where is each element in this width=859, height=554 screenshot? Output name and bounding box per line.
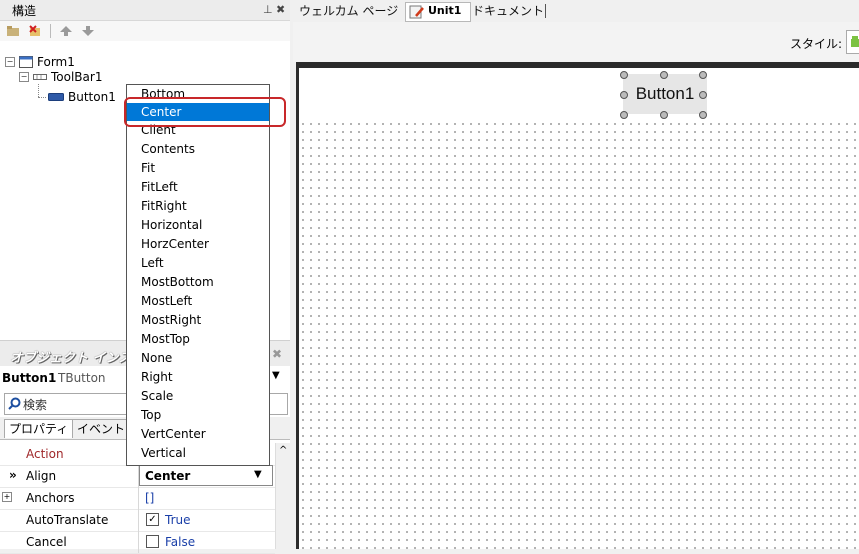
dropdown-option[interactable]: None xyxy=(127,349,269,367)
style-label: スタイル: xyxy=(790,37,843,51)
column-divider xyxy=(138,509,139,531)
checkbox-checked[interactable]: ✓ xyxy=(146,513,159,526)
style-selector[interactable] xyxy=(846,30,859,54)
checkbox-unchecked[interactable] xyxy=(146,535,159,548)
align-value: Center xyxy=(145,469,191,483)
collapse-icon[interactable]: − xyxy=(5,57,15,67)
selection-handle[interactable] xyxy=(699,71,707,79)
tab-events[interactable]: イベント xyxy=(72,419,131,438)
dropdown-option[interactable]: FitRight xyxy=(127,197,269,215)
property-row-align[interactable]: » Align Center ▼ xyxy=(0,465,275,488)
property-row-autotranslate[interactable]: AutoTranslate ✓ True xyxy=(0,509,275,532)
property-name: Cancel xyxy=(26,535,67,549)
tree-node-button1[interactable]: Button1 xyxy=(48,90,116,104)
dropdown-option[interactable]: VertCenter xyxy=(127,425,269,443)
chevron-down-icon[interactable]: ▼ xyxy=(272,370,280,381)
property-value: True xyxy=(165,513,191,527)
tree-connector xyxy=(38,84,39,97)
structure-title: 構造 xyxy=(12,3,37,18)
tab-unit1-label: Unit1 xyxy=(428,4,462,17)
tab-document[interactable]: ドキュメント xyxy=(472,3,544,19)
annotation-highlight-box xyxy=(124,97,286,127)
tree-node-form1[interactable]: − Form1 xyxy=(5,55,75,69)
scroll-up-icon[interactable]: ^ xyxy=(279,445,287,456)
android-icon xyxy=(851,36,859,47)
column-divider xyxy=(138,487,139,509)
selection-handle[interactable] xyxy=(699,91,707,99)
arrow-down-icon[interactable] xyxy=(81,25,95,37)
selection-handle[interactable] xyxy=(660,71,668,79)
tab-separator xyxy=(545,4,546,18)
style-bar: スタイル: xyxy=(293,22,859,62)
tab-properties[interactable]: プロパティ xyxy=(4,419,74,438)
dropdown-option[interactable]: HorzCenter xyxy=(127,235,269,253)
selection-handle[interactable] xyxy=(620,71,628,79)
property-value: False xyxy=(165,535,196,549)
expand-icon[interactable]: + xyxy=(2,492,12,502)
current-row-marker-icon: » xyxy=(9,468,17,482)
dropdown-option[interactable]: Horizontal xyxy=(127,216,269,234)
property-name: Align xyxy=(26,469,57,483)
align-combobox[interactable]: Center ▼ xyxy=(139,465,273,486)
tree-label-toolbar1: ToolBar1 xyxy=(51,70,103,84)
property-name: Anchors xyxy=(26,491,75,505)
dropdown-option[interactable]: FitLeft xyxy=(127,178,269,196)
toolbar-separator xyxy=(50,24,51,38)
selected-component-type: TButton xyxy=(58,371,106,385)
button1-component[interactable]: Button1 xyxy=(623,74,707,114)
vertical-scrollbar[interactable]: ^ xyxy=(275,443,291,549)
structure-toolbar xyxy=(0,21,290,41)
dropdown-option[interactable]: Left xyxy=(127,254,269,272)
dropdown-option[interactable]: Right xyxy=(127,368,269,386)
arrow-up-icon[interactable] xyxy=(59,25,73,37)
dropdown-option[interactable]: Vertical xyxy=(127,444,269,462)
toolbar-icon xyxy=(33,74,47,80)
selection-handle[interactable] xyxy=(620,111,628,119)
selection-handle[interactable] xyxy=(699,111,707,119)
selection-handle[interactable] xyxy=(620,91,628,99)
tree-label-button1: Button1 xyxy=(68,90,116,104)
design-grid[interactable] xyxy=(299,120,859,550)
dropdown-option[interactable]: MostBottom xyxy=(127,273,269,291)
property-name: AutoTranslate xyxy=(26,513,109,527)
property-row-cancel[interactable]: Cancel False xyxy=(0,531,275,554)
tree-label-form1: Form1 xyxy=(37,55,75,69)
button-icon xyxy=(48,93,64,101)
folder-icon[interactable] xyxy=(6,25,20,37)
dropdown-option[interactable]: Fit xyxy=(127,159,269,177)
delete-icon[interactable] xyxy=(28,25,42,37)
dropdown-option[interactable]: Contents xyxy=(127,140,269,158)
toolbar1-component[interactable]: Button1 xyxy=(299,68,859,120)
tree-node-toolbar1[interactable]: − ToolBar1 xyxy=(19,70,102,84)
tab-welcome-page[interactable]: ウェルカム ページ xyxy=(299,3,398,19)
dropdown-option[interactable]: Top xyxy=(127,406,269,424)
dropdown-option[interactable]: MostRight xyxy=(127,311,269,329)
tree-connector xyxy=(38,97,46,98)
property-value[interactable]: [] xyxy=(145,491,154,505)
selection-handle[interactable] xyxy=(660,111,668,119)
property-name: Action xyxy=(26,447,64,461)
form-designer[interactable]: Button1 xyxy=(296,62,859,550)
column-divider xyxy=(138,531,139,553)
pin-icon[interactable]: ⊥ xyxy=(263,3,273,16)
unit-file-icon xyxy=(409,5,424,19)
selected-component-name: Button1 xyxy=(2,371,57,385)
button1-caption: Button1 xyxy=(635,84,695,103)
dropdown-option[interactable]: MostLeft xyxy=(127,292,269,310)
search-placeholder: 検索 xyxy=(23,398,48,412)
align-dropdown-list: Bottom Center Client Contents Fit FitLef… xyxy=(126,84,270,466)
tab-unit1[interactable]: Unit1 xyxy=(405,2,471,22)
search-icon xyxy=(8,397,21,410)
editor-tabbar: ウェルカム ページ Unit1 ドキュメント xyxy=(293,0,859,23)
dropdown-option[interactable]: MostTop xyxy=(127,330,269,348)
collapse-icon[interactable]: − xyxy=(19,72,29,82)
dropdown-option[interactable]: Scale xyxy=(127,387,269,405)
close-icon[interactable]: ✖ xyxy=(276,3,285,16)
structure-header: 構造 ⊥ ✖ xyxy=(0,0,290,21)
property-row-anchors[interactable]: + Anchors [] xyxy=(0,487,275,510)
close-icon[interactable]: ✖ xyxy=(272,347,282,361)
form-icon xyxy=(19,56,33,68)
chevron-down-icon[interactable]: ▼ xyxy=(254,469,262,480)
